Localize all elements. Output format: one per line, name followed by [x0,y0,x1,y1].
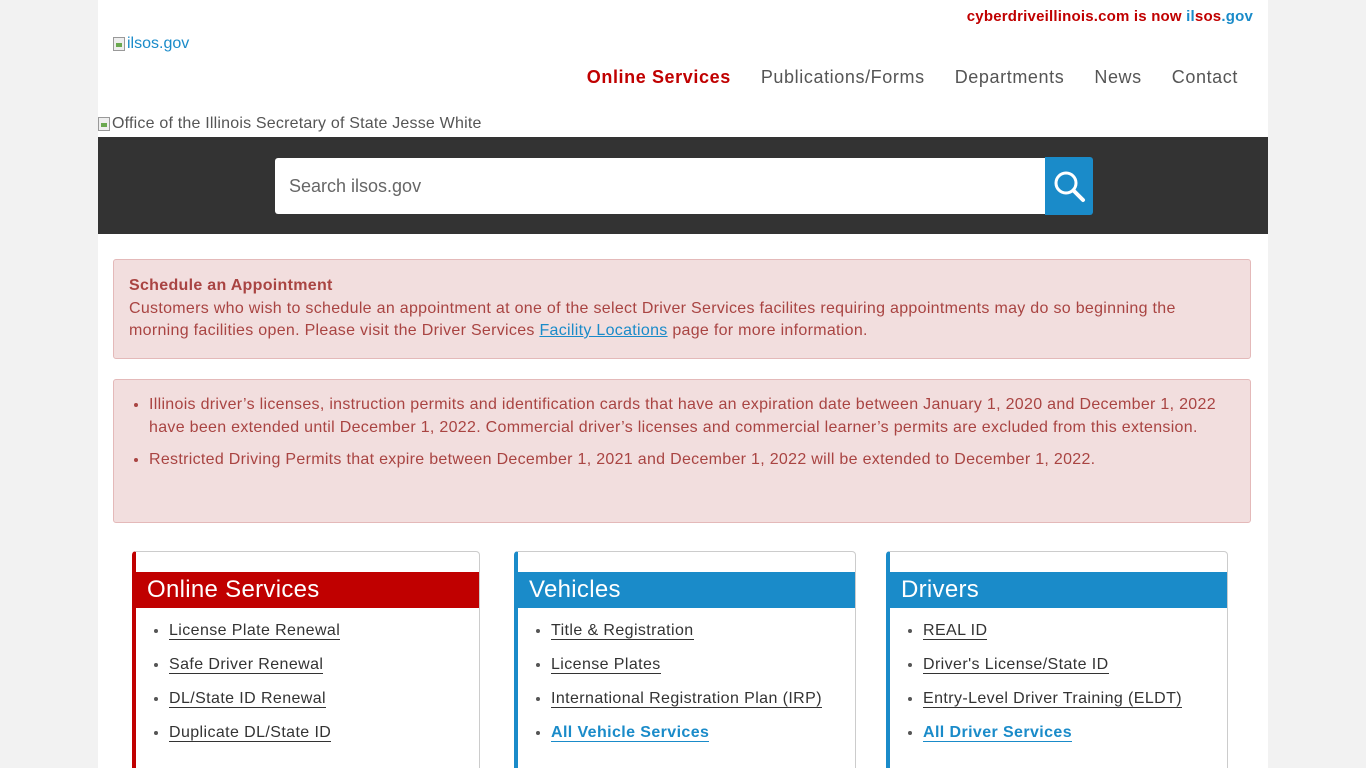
broken-image-icon [113,37,125,51]
notice-prefix: cyberdriveillinois.com is now [966,8,1187,25]
notice-gov: .gov [1221,8,1253,25]
card-title: Drivers [890,572,1227,608]
card-online-services: Online Services License Plate Renewal Sa… [132,551,480,768]
header-image-alt: Office of the Illinois Secretary of Stat… [112,115,482,132]
card-vehicles: Vehicles Title & Registration License Pl… [514,551,856,768]
notice-sos: sos [1194,8,1222,25]
link-duplicate-dl-state-id[interactable]: Duplicate DL/State ID [169,724,332,742]
site-logo-link[interactable]: ilsos.gov [113,35,189,53]
nav-news[interactable]: News [1094,67,1141,88]
card-link-list: License Plate Renewal Safe Driver Renewa… [136,622,341,758]
list-item: Driver's License/State ID [923,656,1182,674]
site-logo-alt: ilsos.gov [127,35,190,52]
card-drivers: Drivers REAL ID Driver's License/State I… [886,551,1228,768]
list-item: All Vehicle Services [551,724,822,742]
link-all-driver-services[interactable]: All Driver Services [923,724,1073,742]
appointment-alert: Schedule an Appointment Customers who wi… [113,259,1251,359]
link-all-vehicle-services[interactable]: All Vehicle Services [551,724,710,742]
link-eldt[interactable]: Entry-Level Driver Training (ELDT) [923,690,1182,708]
list-item: Illinois driver’s licenses, instruction … [149,394,1235,439]
main-nav: Online Services Publications/Forms Depar… [587,67,1238,88]
search-band [98,137,1268,234]
link-title-registration[interactable]: Title & Registration [551,622,694,640]
magnifier-icon [1054,171,1085,202]
card-title: Vehicles [518,572,855,608]
search-input[interactable] [275,158,1045,214]
card-title: Online Services [136,572,479,608]
page: cyberdriveillinois.com is now ilsos.gov … [98,0,1268,768]
list-item: REAL ID [923,622,1182,640]
domain-change-notice: cyberdriveillinois.com is now ilsos.gov [967,8,1253,25]
list-item: International Registration Plan (IRP) [551,690,822,708]
list-item: License Plates [551,656,822,674]
broken-image-icon [98,117,110,131]
card-link-list: REAL ID Driver's License/State ID Entry-… [890,622,1182,758]
list-item: All Driver Services [923,724,1182,742]
nav-publications-forms[interactable]: Publications/Forms [761,67,925,88]
card-link-list: Title & Registration License Plates Inte… [518,622,822,758]
extension-list: Illinois driver’s licenses, instruction … [129,394,1235,472]
notice-il: il [1186,8,1195,25]
nav-contact[interactable]: Contact [1172,67,1238,88]
extension-alert: Illinois driver’s licenses, instruction … [113,379,1251,523]
list-item: License Plate Renewal [169,622,341,640]
nav-online-services[interactable]: Online Services [587,67,731,88]
link-irp[interactable]: International Registration Plan (IRP) [551,690,822,708]
alert-title: Schedule an Appointment [129,277,333,294]
link-license-plate-renewal[interactable]: License Plate Renewal [169,622,341,640]
link-drivers-license-state-id[interactable]: Driver's License/State ID [923,656,1109,674]
alert-body: Customers who wish to schedule an appoin… [129,298,1235,343]
list-item: Safe Driver Renewal [169,656,340,674]
link-license-plates[interactable]: License Plates [551,656,661,674]
link-real-id[interactable]: REAL ID [923,622,988,640]
list-item: Duplicate DL/State ID [169,724,340,742]
list-item: Title & Registration [551,622,822,640]
facility-locations-link[interactable]: Facility Locations [539,322,667,339]
nav-departments[interactable]: Departments [955,67,1065,88]
list-item: DL/State ID Renewal [169,690,340,708]
link-safe-driver-renewal[interactable]: Safe Driver Renewal [169,656,324,674]
list-item: Restricted Driving Permits that expire b… [149,449,1235,472]
link-dl-state-id-renewal[interactable]: DL/State ID Renewal [169,690,327,708]
list-item: Entry-Level Driver Training (ELDT) [923,690,1182,708]
alert-text-after: page for more information. [667,322,868,339]
header-image: Office of the Illinois Secretary of Stat… [98,115,482,133]
search-button[interactable] [1045,157,1093,215]
